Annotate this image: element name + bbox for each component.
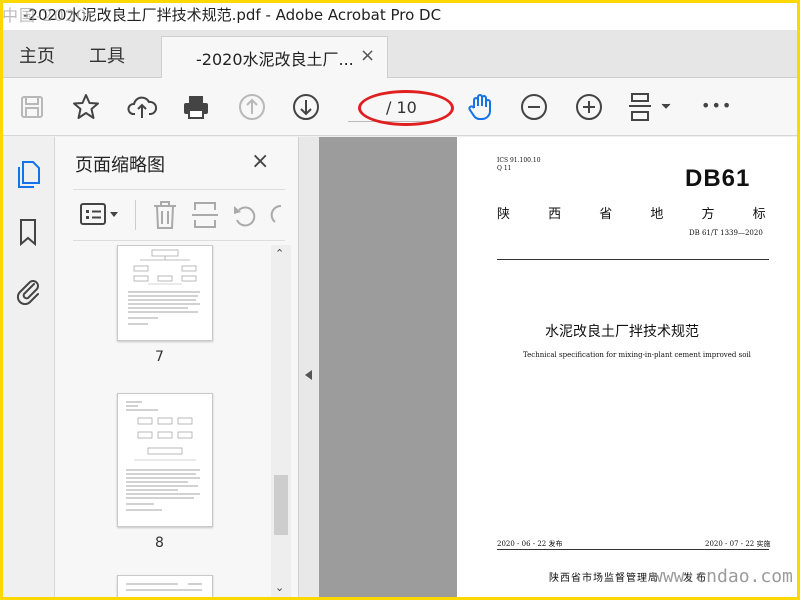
zoom-in-icon[interactable] (574, 92, 604, 122)
print-icon[interactable] (181, 92, 211, 122)
issue-date: 2020 - 06 - 22 发布 (497, 540, 563, 548)
save-icon[interactable] (17, 92, 47, 122)
delete-icon[interactable] (151, 200, 179, 234)
annotation-ellipse (358, 90, 454, 126)
thumbnail-page-8-number: 8 (155, 535, 164, 551)
thumbnail-page-7-number: 7 (155, 349, 164, 365)
page-thumbnails-icon[interactable] (14, 159, 42, 189)
province-standard: 陕 西 省 地 方 标 准 (497, 207, 797, 222)
watermark-top: 中国-2020 (2, 6, 88, 25)
footer-rule (497, 549, 769, 550)
tab-close-button[interactable]: × (360, 45, 375, 66)
document-viewer[interactable]: ICS 91.100.10 Q 11 DB61 陕 西 省 地 方 标 准 DB… (319, 137, 797, 597)
attachment-icon[interactable] (14, 275, 42, 306)
zoom-out-icon[interactable] (519, 92, 549, 122)
tab-document[interactable]: -2020水泥改良土厂... × (161, 36, 388, 78)
thumbnail-panel: 页面缩略图 × 7 8 ⌃ ⌄ (55, 137, 299, 597)
menu-home[interactable]: 主页 (19, 42, 55, 68)
header-rule (497, 259, 769, 260)
collapse-arrow-icon[interactable] (299, 365, 319, 385)
hand-tool-icon[interactable] (465, 92, 495, 122)
thumbnail-options-icon[interactable] (79, 200, 123, 234)
page-down-icon[interactable] (291, 92, 321, 122)
star-icon[interactable] (71, 92, 101, 122)
menu-tools[interactable]: 工具 (89, 42, 125, 68)
cloud-upload-icon[interactable] (127, 92, 158, 122)
tab-document-label: -2020水泥改良土厂... (196, 50, 354, 69)
ccs-code: Q 11 (497, 165, 512, 172)
ics-code: ICS 91.100.10 (497, 157, 541, 164)
rotate-left-icon[interactable] (231, 200, 259, 234)
pdf-page: ICS 91.100.10 Q 11 DB61 陕 西 省 地 方 标 准 DB… (457, 137, 797, 597)
thumbnail-page-8[interactable] (117, 393, 213, 527)
thumbnail-list: 7 8 (55, 245, 271, 597)
tab-bar: 主页 工具 -2020水泥改良土厂... × (3, 30, 797, 78)
thumbnail-page-9[interactable] (117, 575, 213, 597)
panel-close-button[interactable]: × (251, 149, 269, 174)
document-title-en: Technical specification for mixing-in-pl… (523, 351, 751, 359)
panel-collapse-handle[interactable] (299, 137, 319, 597)
extract-pages-icon[interactable] (191, 200, 219, 234)
more-tools-button[interactable]: ••• (701, 96, 732, 115)
thumbnail-page-7[interactable] (117, 245, 213, 341)
bookmark-icon[interactable] (14, 217, 42, 247)
thumbnail-tools (73, 189, 285, 241)
acrobat-window: -2020水泥改良土厂拌技术规范.pdf - Adobe Acrobat Pro… (3, 3, 797, 597)
effective-date: 2020 - 07 - 22 实施 (705, 540, 771, 548)
issuer: 陕西省市场监督管理局 (549, 573, 659, 584)
navigation-rail (3, 137, 55, 597)
thumbnail-page-9-preview (126, 583, 202, 591)
scrollbar-thumb[interactable] (274, 475, 288, 535)
toolbar: / 10 ••• (3, 78, 797, 136)
thumbnail-page-8-preview (126, 401, 200, 511)
fit-page-icon[interactable] (627, 92, 673, 122)
scroll-up-icon[interactable]: ⌃ (275, 247, 284, 260)
rotate-right-icon[interactable] (269, 200, 283, 234)
thumbnail-scrollbar[interactable]: ⌃ ⌄ (271, 245, 291, 597)
standard-code: DB61 (685, 165, 751, 192)
standard-number: DB 61/T 1339—2020 (689, 229, 763, 237)
panel-title: 页面缩略图 (75, 155, 165, 176)
page-up-icon[interactable] (237, 92, 267, 122)
watermark-bottom: www.cndao.com (652, 566, 793, 587)
thumbnail-page-7-preview (128, 249, 200, 325)
toolbar-divider (135, 200, 136, 230)
document-title-cn: 水泥改良土厂拌技术规范 (545, 324, 699, 340)
title-bar: -2020水泥改良土厂拌技术规范.pdf - Adobe Acrobat Pro… (3, 3, 797, 30)
scroll-down-icon[interactable]: ⌄ (275, 581, 284, 594)
